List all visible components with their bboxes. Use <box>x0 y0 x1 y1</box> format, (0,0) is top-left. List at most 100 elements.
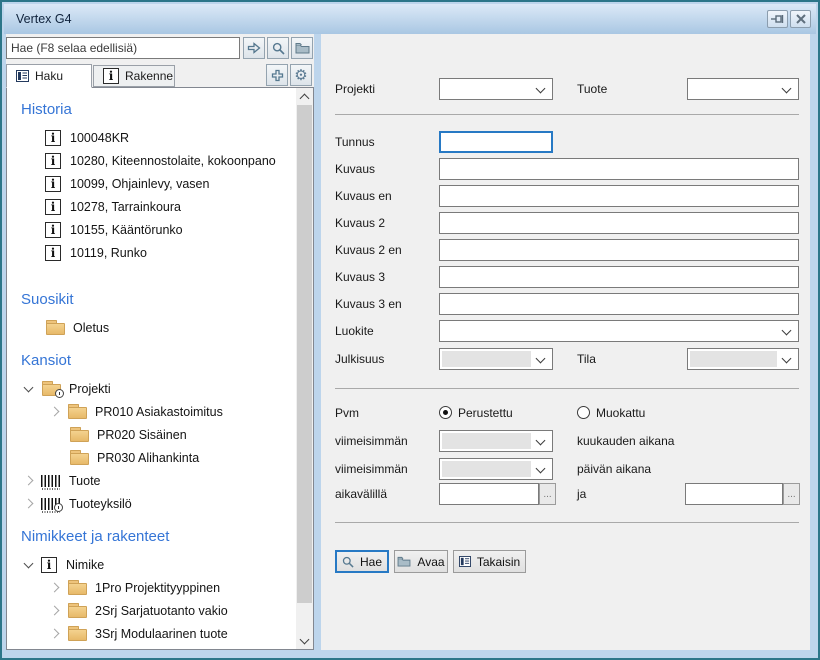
tree-item-label[interactable]: 2Srj Sarjatuotanto vakio <box>95 604 228 618</box>
tree-item-label[interactable]: 10280, Kiteennostolaite, kokoonpano <box>70 154 276 168</box>
tree-item-label[interactable]: Nimike <box>66 558 104 572</box>
panel-splitter[interactable] <box>314 34 321 650</box>
kuvaus3-input[interactable] <box>439 266 799 288</box>
tree-item[interactable]: 10155, Kääntörunko <box>7 218 297 241</box>
tree-item[interactable]: 2Srj Sarjatuotanto vakio <box>7 599 297 622</box>
tree-item[interactable]: 100048KR <box>7 126 297 149</box>
scroll-down-icon[interactable] <box>296 632 313 649</box>
info-icon <box>41 557 57 573</box>
date-to-input[interactable] <box>685 483 783 505</box>
tree-item[interactable]: 1Pro Projektityyppinen <box>7 576 297 599</box>
chevron-right-icon[interactable] <box>17 471 41 491</box>
kuvaus2-en-label: Kuvaus 2 en <box>335 239 402 261</box>
chevron-right-icon[interactable] <box>43 601 67 621</box>
chevron-right-icon[interactable] <box>43 647 67 651</box>
tree-item-label[interactable]: Tuoteyksilö <box>69 497 132 511</box>
avaa-button[interactable]: Avaa <box>394 550 448 573</box>
takaisin-button-label: Takaisin <box>477 555 520 569</box>
tree-item-label[interactable]: 3Srj Modulaarinen tuote <box>95 627 228 641</box>
tree-item-label[interactable]: 100048KR <box>70 131 129 145</box>
tree-item-label[interactable]: 10155, Kääntörunko <box>70 223 183 237</box>
tree-item[interactable]: Oletus <box>7 316 297 339</box>
tree-scrollbar[interactable] <box>296 88 313 649</box>
tree-item[interactable]: Projekti <box>7 377 297 400</box>
luokite-select[interactable] <box>439 320 799 342</box>
search-button[interactable] <box>267 37 289 59</box>
kuvaus-input[interactable] <box>439 158 799 180</box>
kuukauden-aikana-label: kuukauden aikana <box>577 430 674 452</box>
folder-icon <box>295 42 310 54</box>
tree-item[interactable]: PR010 Asiakastoimitus <box>7 400 297 423</box>
tree-item[interactable]: 3Srj Modulaarinen tuote <box>7 622 297 645</box>
chevron-down-icon[interactable] <box>17 379 41 399</box>
open-folder-button[interactable] <box>291 37 313 59</box>
tree-item-label[interactable]: 10119, Runko <box>70 246 147 260</box>
tree-item-label[interactable]: PR030 Alihankinta <box>97 451 199 465</box>
viimeisimman1-select[interactable] <box>439 430 553 452</box>
scrollbar-thumb[interactable] <box>297 105 312 603</box>
folder-icon <box>67 580 88 595</box>
settings-button[interactable]: ⚙ <box>290 64 312 86</box>
date-from-input[interactable] <box>439 483 539 505</box>
info-icon <box>45 176 61 192</box>
date-to-browse-button[interactable]: ... <box>783 483 800 505</box>
chevron-down-icon[interactable] <box>17 555 41 575</box>
muokattu-label[interactable]: Muokattu <box>596 402 645 424</box>
tunnus-input[interactable] <box>439 131 553 153</box>
tree-item[interactable]: 10280, Kiteennostolaite, kokoonpano <box>7 149 297 172</box>
kuvaus-en-input[interactable] <box>439 185 799 207</box>
folder-icon <box>397 556 411 567</box>
tree-item[interactable]: PR030 Alihankinta <box>7 446 297 469</box>
tab-haku[interactable]: Haku <box>6 64 92 88</box>
chevron-right-icon[interactable] <box>43 402 67 422</box>
tree-item[interactable]: Tuote <box>7 469 297 492</box>
tree-item-label[interactable]: Projekti <box>69 382 111 396</box>
projekti-select[interactable] <box>439 78 553 100</box>
go-button[interactable] <box>243 37 265 59</box>
tree-item[interactable]: Nimike <box>7 553 297 576</box>
tree-item-label[interactable]: PR010 Asiakastoimitus <box>95 405 223 419</box>
gear-icon: ⚙ <box>294 66 307 84</box>
muokattu-radio[interactable] <box>577 406 590 419</box>
tree-section-nimikkeet: Nimikkeet ja rakenteet <box>7 527 297 549</box>
tree-item-label[interactable]: Tuote <box>69 474 101 488</box>
scroll-up-icon[interactable] <box>296 88 313 105</box>
julkisuus-select[interactable] <box>439 348 553 370</box>
tree-item[interactable]: PR020 Sisäinen <box>7 423 297 446</box>
tree-item-label[interactable]: 10278, Tarrainkoura <box>70 200 181 214</box>
close-button[interactable] <box>790 10 811 28</box>
chevron-right-icon[interactable] <box>43 578 67 598</box>
perustettu-radio[interactable] <box>439 406 452 419</box>
chevron-right-icon[interactable] <box>17 494 41 514</box>
info-icon <box>45 222 61 238</box>
tree-item[interactable]: 10099, Ohjainlevy, vasen <box>7 172 297 195</box>
tree-item[interactable]: 4Alv Alihankinta <box>7 645 297 650</box>
kuvaus3-en-input[interactable] <box>439 293 799 315</box>
search-input[interactable] <box>6 37 240 59</box>
tree-item-label[interactable]: Oletus <box>73 321 109 335</box>
date-from-browse-button[interactable]: ... <box>539 483 556 505</box>
tree-item-label[interactable]: 1Pro Projektityyppinen <box>95 581 220 595</box>
viimeisimman2-select[interactable] <box>439 458 553 480</box>
tree-item[interactable]: Tuoteyksilö <box>7 492 297 515</box>
tuote-select[interactable] <box>687 78 799 100</box>
tree-item-label[interactable]: 10099, Ohjainlevy, vasen <box>70 177 209 191</box>
perustettu-label[interactable]: Perustettu <box>458 402 513 424</box>
kuvaus2-input[interactable] <box>439 212 799 234</box>
tree-item[interactable]: 10119, Runko <box>7 241 297 264</box>
hae-button[interactable]: Hae <box>335 550 389 573</box>
tab-rakenne-label: Rakenne <box>125 69 173 83</box>
title-bar[interactable]: Vertex G4 <box>4 4 816 34</box>
kuvaus2-en-input[interactable] <box>439 239 799 261</box>
tila-select[interactable] <box>687 348 799 370</box>
tree-item-label[interactable]: PR020 Sisäinen <box>97 428 187 442</box>
dock-pin-button[interactable] <box>767 10 788 28</box>
takaisin-button[interactable]: Takaisin <box>453 550 526 573</box>
folder-icon <box>45 320 66 335</box>
add-button[interactable] <box>266 64 288 86</box>
tree-item-label[interactable]: 4Alv Alihankinta <box>95 650 183 651</box>
tab-rakenne[interactable]: Rakenne <box>93 65 175 87</box>
chevron-right-icon[interactable] <box>43 624 67 644</box>
tab-haku-label: Haku <box>35 69 63 83</box>
tree-item[interactable]: 10278, Tarrainkoura <box>7 195 297 218</box>
